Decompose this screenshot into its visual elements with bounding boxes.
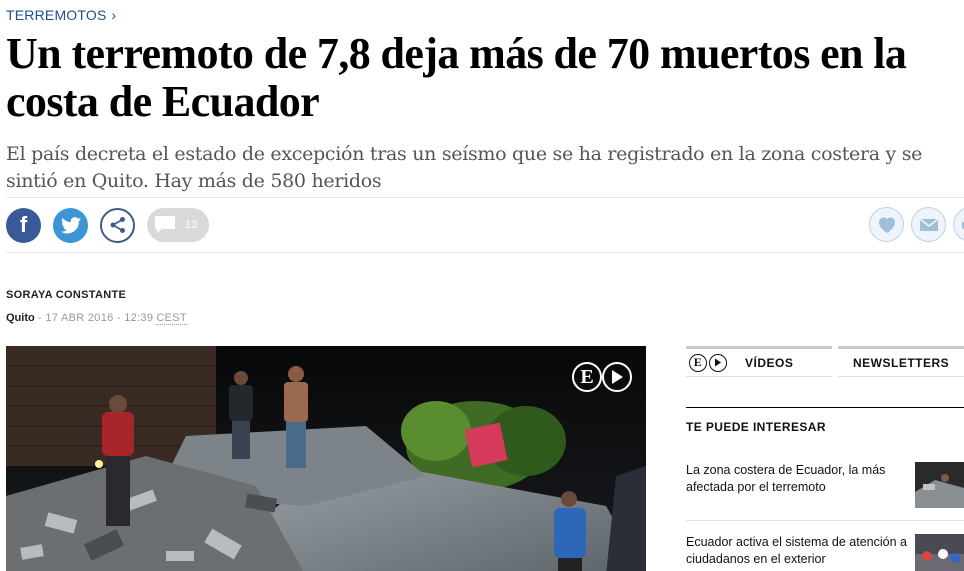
facebook-icon: f [19,212,28,237]
el-pais-logo: E [572,362,602,392]
play-video-button[interactable] [602,362,632,392]
tab-newsletters-label: NEWSLETTERS [853,355,950,370]
chevron-right-icon: › [111,7,117,23]
favorite-button[interactable] [869,207,904,242]
article-actions [869,207,964,242]
play-icon [709,353,727,372]
tab-newsletters[interactable]: NEWSLETTERS [838,346,964,377]
sidebar-section-title: TE PUEDE INTERESAR [686,407,964,434]
author-name[interactable]: SORAYA CONSTANTE [6,289,126,301]
comments-button[interactable]: 13 [147,208,209,242]
sidebar: E VÍDEOS NEWSLETTERS TE PUEDE INTERESAR … [686,346,964,571]
el-pais-mini-logo: E [689,353,707,372]
article-subtitle: El país decreta el estado de excepción t… [6,143,923,192]
facebook-share-button[interactable]: f [6,207,41,243]
sidebar-tabs: E VÍDEOS NEWSLETTERS [686,346,964,377]
section-kicker-link[interactable]: TERREMOTOS › [6,7,116,23]
article-photo[interactable]: E [6,346,646,571]
share-bar: f 13 [6,207,209,243]
print-icon [961,221,964,229]
share-button[interactable] [100,207,135,243]
related-article-thumbnail[interactable] [915,534,964,571]
tab-videos-label: VÍDEOS [745,355,794,370]
dateline: Quito - 17 ABR 2016 - 12:39 CEST [6,312,187,325]
related-article-title[interactable]: La zona costera de Ecuador, la más afect… [686,462,908,496]
twitter-share-button[interactable] [53,207,88,243]
earthquake-rubble-image [6,346,646,571]
dateline-separator: - [34,312,46,324]
comment-icon [155,216,175,233]
twitter-icon [60,216,81,233]
divider [6,252,964,253]
dateline-timezone: CEST [156,312,187,325]
mail-icon [919,217,938,231]
section-kicker-label: TERREMOTOS [6,7,107,23]
related-article-title[interactable]: Ecuador activa el sistema de atención a … [686,534,908,568]
dateline-date: 17 ABR 2016 - 12:39 [45,312,154,324]
print-button[interactable] [953,207,964,242]
heart-icon [878,217,895,233]
share-icon [110,217,125,233]
play-icon [612,370,623,384]
dateline-location: Quito [6,312,35,324]
divider [686,520,964,521]
comment-count: 13 [185,219,198,231]
divider [6,197,964,198]
tab-videos[interactable]: E VÍDEOS [686,346,832,377]
article-headline: Un terremoto de 7,8 deja más de 70 muert… [6,29,907,126]
related-article-thumbnail[interactable] [915,462,964,508]
email-button[interactable] [911,207,946,242]
